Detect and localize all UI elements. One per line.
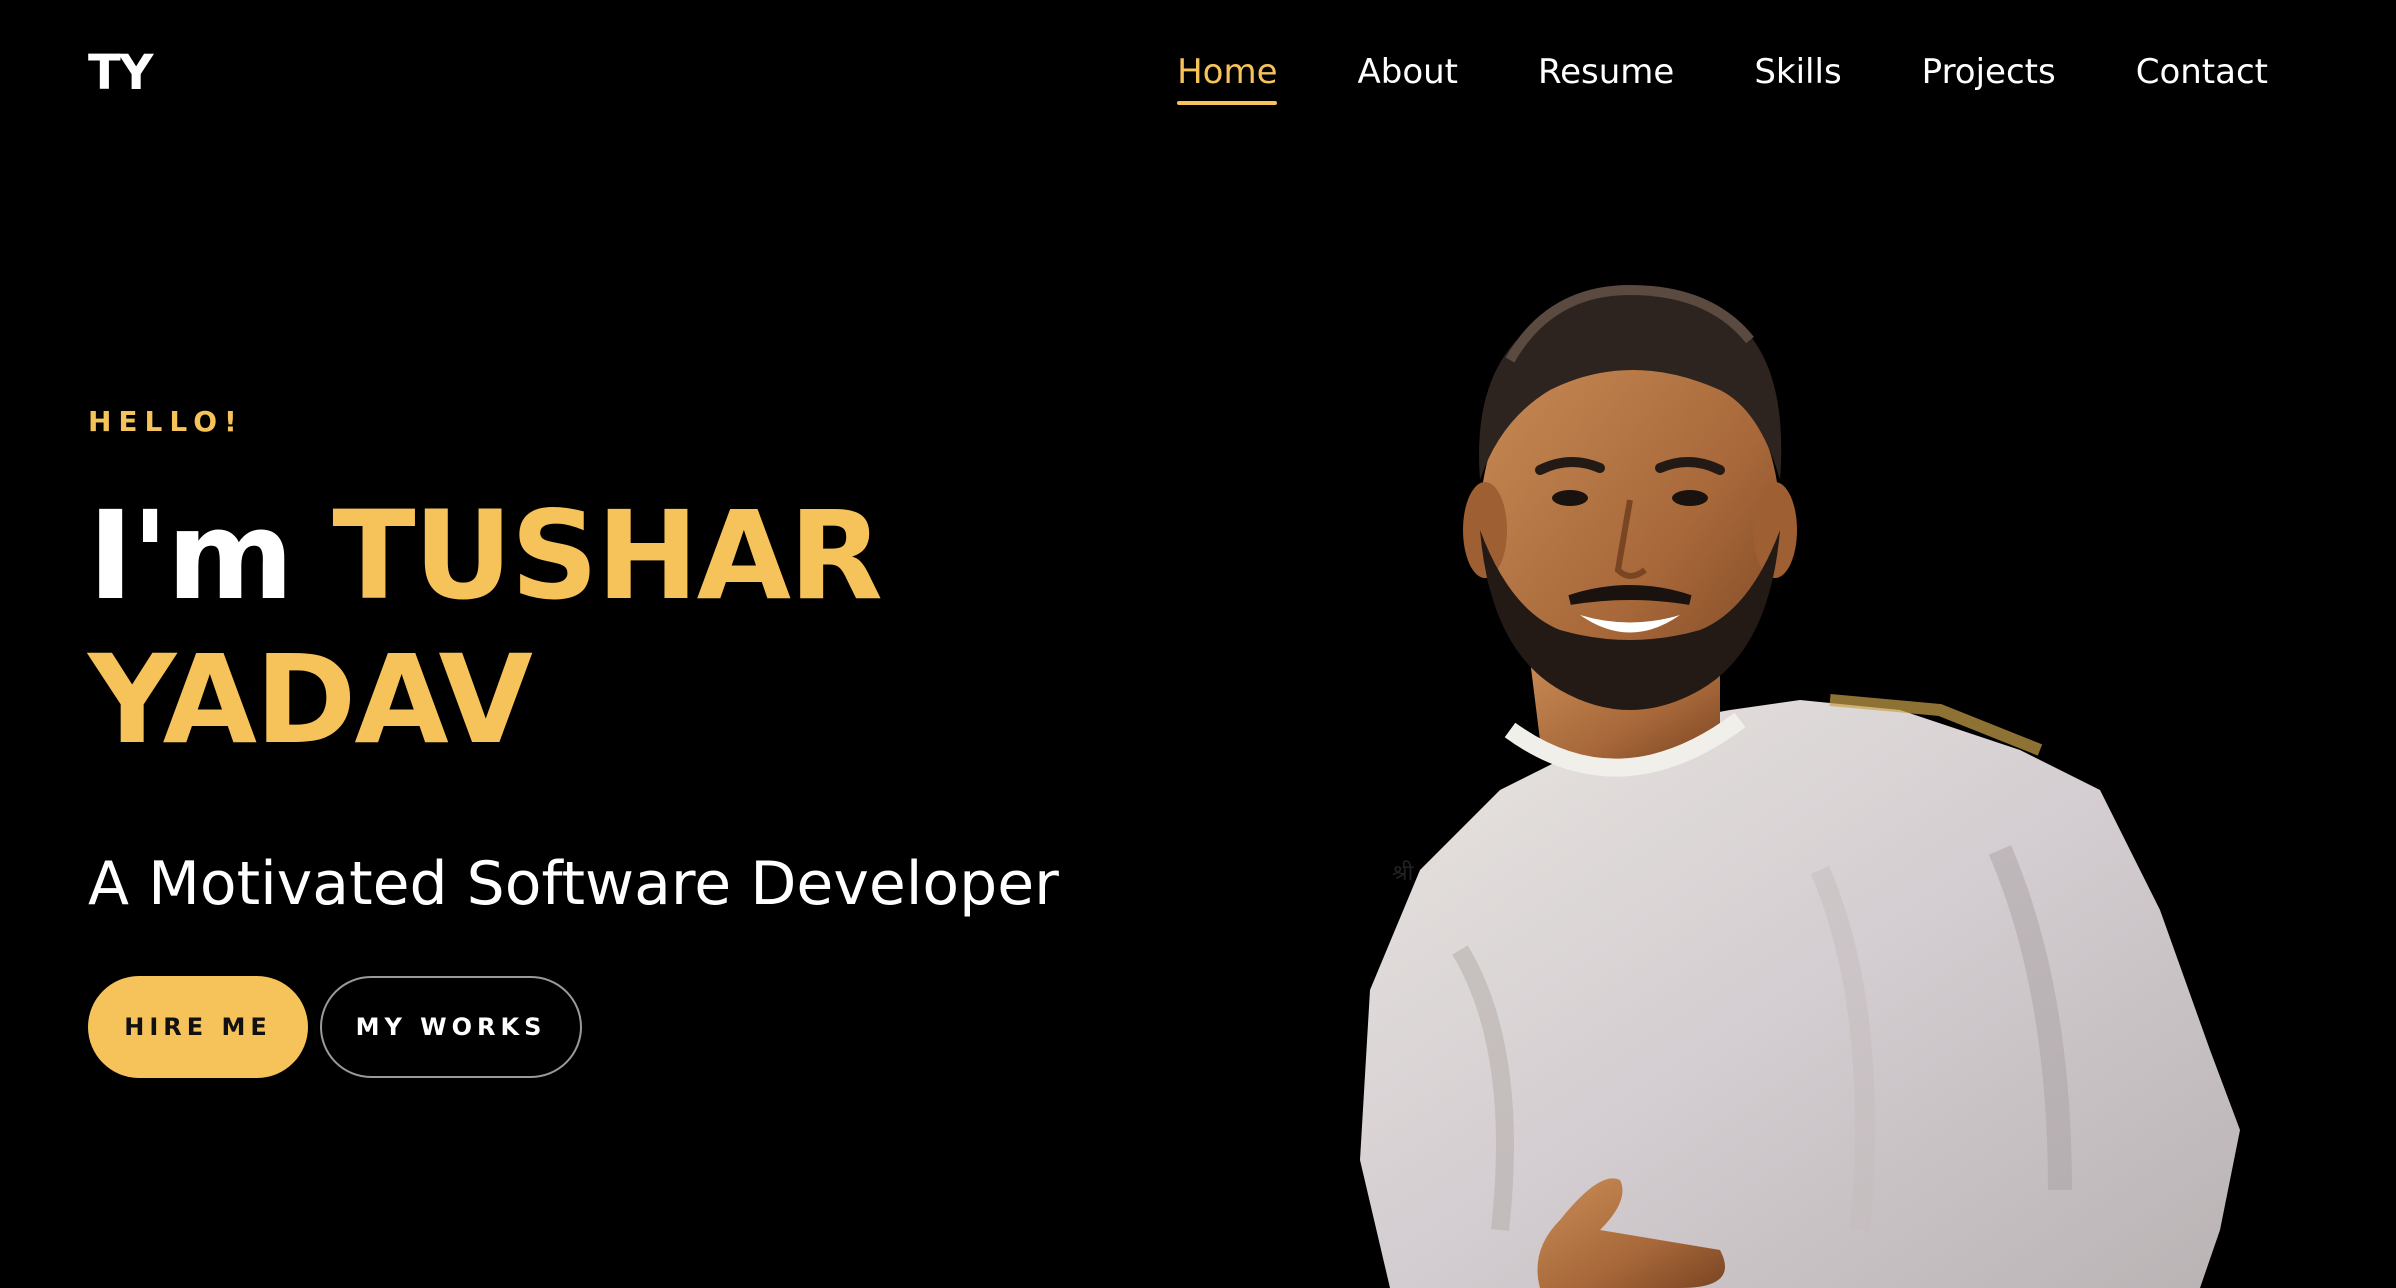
hero-headline: I'm TUSHAR YADAV — [88, 484, 1188, 772]
nav-about[interactable]: About — [1357, 48, 1458, 96]
nav-resume[interactable]: Resume — [1538, 48, 1674, 96]
my-works-button[interactable]: MY WORKS — [320, 976, 582, 1078]
profile-photo: श्री — [1360, 284, 2240, 1288]
site-logo[interactable]: TY — [88, 46, 153, 100]
hero-greeting: HELLO! — [88, 405, 244, 438]
hero-subtitle: A Motivated Software Developer — [88, 849, 1059, 919]
nav-skills[interactable]: Skills — [1754, 48, 1841, 96]
hero-section: HELLO! I'm TUSHAR YADAV A Motivated Softw… — [88, 402, 1188, 1078]
page: TY Home About Resume Skills Projects Con… — [0, 0, 2396, 1288]
hero-intro: I'm — [88, 485, 294, 627]
cta-buttons: HIRE ME MY WORKS — [88, 976, 1188, 1078]
hero-last-name: YADAV — [88, 629, 533, 771]
hero-first-name: TUSHAR — [332, 485, 883, 627]
nav-contact[interactable]: Contact — [2136, 48, 2268, 96]
svg-text:श्री: श्री — [1392, 860, 1414, 886]
nav-home[interactable]: Home — [1177, 48, 1278, 105]
hire-me-button[interactable]: HIRE ME — [88, 976, 308, 1078]
nav-projects[interactable]: Projects — [1922, 48, 2056, 96]
main-nav: Home About Resume Skills Projects Contac… — [1177, 48, 2268, 105]
